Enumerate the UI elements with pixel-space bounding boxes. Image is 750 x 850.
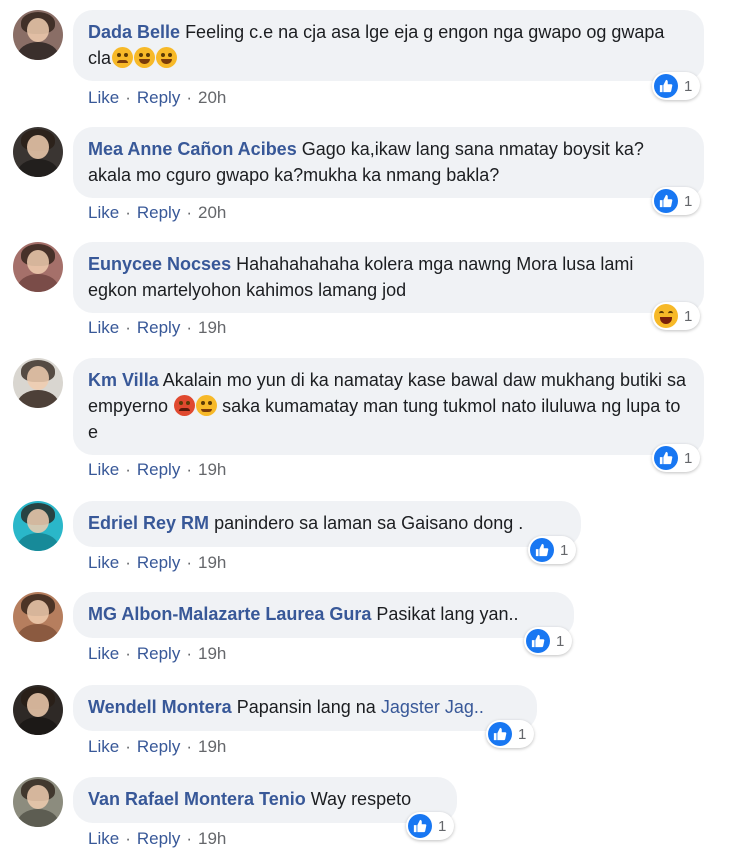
avatar[interactable] — [13, 10, 63, 60]
reply-link[interactable]: Reply — [137, 737, 180, 756]
reply-link[interactable]: Reply — [137, 829, 180, 848]
comment-author[interactable]: Km Villa — [88, 370, 159, 390]
comment-bubble: MG Albon-Malazarte Laurea Gura Pasikat l… — [73, 592, 574, 638]
reaction-count-text: 1 — [684, 192, 693, 210]
reaction-count[interactable]: 1 — [406, 812, 455, 840]
like-icon — [488, 722, 512, 746]
like-icon — [654, 189, 678, 213]
reply-link[interactable]: Reply — [137, 318, 180, 337]
like-link[interactable]: Like — [88, 553, 119, 572]
angry-face-emoji — [174, 395, 196, 416]
comment-timestamp[interactable]: 19h — [198, 737, 226, 756]
comment-bubble: Eunycee Nocses Hahahahahaha kolera mga n… — [73, 242, 704, 313]
comment-timestamp[interactable]: 19h — [198, 829, 226, 848]
comment-timestamp[interactable]: 20h — [198, 88, 226, 107]
comment-author[interactable]: Dada Belle — [88, 22, 180, 42]
like-link[interactable]: Like — [88, 460, 119, 479]
comment-text: panindero sa laman sa Gaisano dong . — [214, 513, 524, 533]
comment-author[interactable]: Van Rafael Montera Tenio — [88, 789, 306, 809]
comment-timestamp[interactable]: 19h — [198, 553, 226, 572]
comment-timestamp[interactable]: 19h — [198, 318, 226, 337]
avatar[interactable] — [13, 501, 63, 551]
avatar[interactable] — [13, 358, 63, 408]
comment-actions: Like · Reply · 19h — [88, 737, 227, 756]
comment-actions: Like · Reply · 20h — [88, 88, 227, 107]
mention-link[interactable]: Jagster Jag.. — [381, 697, 484, 717]
like-icon — [408, 814, 432, 838]
worried-face-emoji — [112, 47, 134, 68]
smirk-face-emoji — [196, 395, 218, 416]
like-icon — [526, 629, 550, 653]
comment-bubble: Dada Belle Feeling c.e na cja asa lge ej… — [73, 10, 704, 81]
comment-author[interactable]: Wendell Montera — [88, 697, 232, 717]
like-icon — [530, 538, 554, 562]
comment-actions: Like · Reply · 19h — [88, 829, 227, 848]
laughing-face-emoji — [156, 47, 178, 68]
comment-thread: Dada Belle Feeling c.e na cja asa lge ej… — [0, 0, 750, 850]
reaction-count[interactable]: 1 — [652, 302, 701, 330]
comment-actions: Like · Reply · 19h — [88, 318, 227, 337]
comment-bubble: Wendell Montera Papansin lang na Jagster… — [73, 685, 537, 731]
reaction-count[interactable]: 1 — [528, 536, 577, 564]
comment-bubble: Mea Anne Cañon Acibes Gago ka,ikaw lang … — [73, 127, 704, 198]
like-link[interactable]: Like — [88, 88, 119, 107]
laughing-face-emoji — [134, 47, 156, 68]
reaction-count-text: 1 — [684, 449, 693, 467]
comment-author[interactable]: Mea Anne Cañon Acibes — [88, 139, 297, 159]
like-link[interactable]: Like — [88, 644, 119, 663]
reply-link[interactable]: Reply — [137, 460, 180, 479]
comment-text: Papansin lang na — [236, 697, 376, 717]
like-link[interactable]: Like — [88, 829, 119, 848]
reaction-count[interactable]: 1 — [652, 72, 701, 100]
avatar[interactable] — [13, 592, 63, 642]
reaction-count-text: 1 — [438, 817, 447, 835]
like-icon — [654, 446, 678, 470]
comment-actions: Like · Reply · 19h — [88, 553, 227, 572]
haha-icon — [654, 304, 678, 328]
reaction-count-text: 1 — [684, 77, 693, 95]
like-link[interactable]: Like — [88, 318, 119, 337]
avatar[interactable] — [13, 777, 63, 827]
reply-link[interactable]: Reply — [137, 553, 180, 572]
like-link[interactable]: Like — [88, 737, 119, 756]
comment-author[interactable]: Eunycee Nocses — [88, 254, 231, 274]
reaction-count[interactable]: 1 — [524, 627, 573, 655]
reaction-count[interactable]: 1 — [652, 444, 701, 472]
reply-link[interactable]: Reply — [137, 644, 180, 663]
comment-author[interactable]: Edriel Rey RM — [88, 513, 209, 533]
comment-timestamp[interactable]: 19h — [198, 460, 226, 479]
comment-actions: Like · Reply · 19h — [88, 460, 227, 479]
comment-actions: Like · Reply · 19h — [88, 644, 227, 663]
reaction-count-text: 1 — [684, 307, 693, 325]
reaction-count[interactable]: 1 — [652, 187, 701, 215]
comment-bubble: Edriel Rey RM panindero sa laman sa Gais… — [73, 501, 581, 547]
comment-timestamp[interactable]: 20h — [198, 203, 226, 222]
reaction-count-text: 1 — [560, 541, 569, 559]
comment-actions: Like · Reply · 20h — [88, 203, 227, 222]
avatar[interactable] — [13, 685, 63, 735]
reaction-count-text: 1 — [556, 632, 565, 650]
comment-timestamp[interactable]: 19h — [198, 644, 226, 663]
avatar[interactable] — [13, 242, 63, 292]
comment-bubble: Km Villa Akalain mo yun di ka namatay ka… — [73, 358, 704, 455]
comment-text: Pasikat lang yan.. — [376, 604, 519, 624]
comment-bubble: Van Rafael Montera Tenio Way respeto — [73, 777, 457, 823]
like-link[interactable]: Like — [88, 203, 119, 222]
reaction-count-text: 1 — [518, 725, 527, 743]
like-icon — [654, 74, 678, 98]
avatar[interactable] — [13, 127, 63, 177]
reaction-count[interactable]: 1 — [486, 720, 535, 748]
reply-link[interactable]: Reply — [137, 88, 180, 107]
comment-text: Way respeto — [310, 789, 412, 809]
comment-author[interactable]: MG Albon-Malazarte Laurea Gura — [88, 604, 371, 624]
reply-link[interactable]: Reply — [137, 203, 180, 222]
